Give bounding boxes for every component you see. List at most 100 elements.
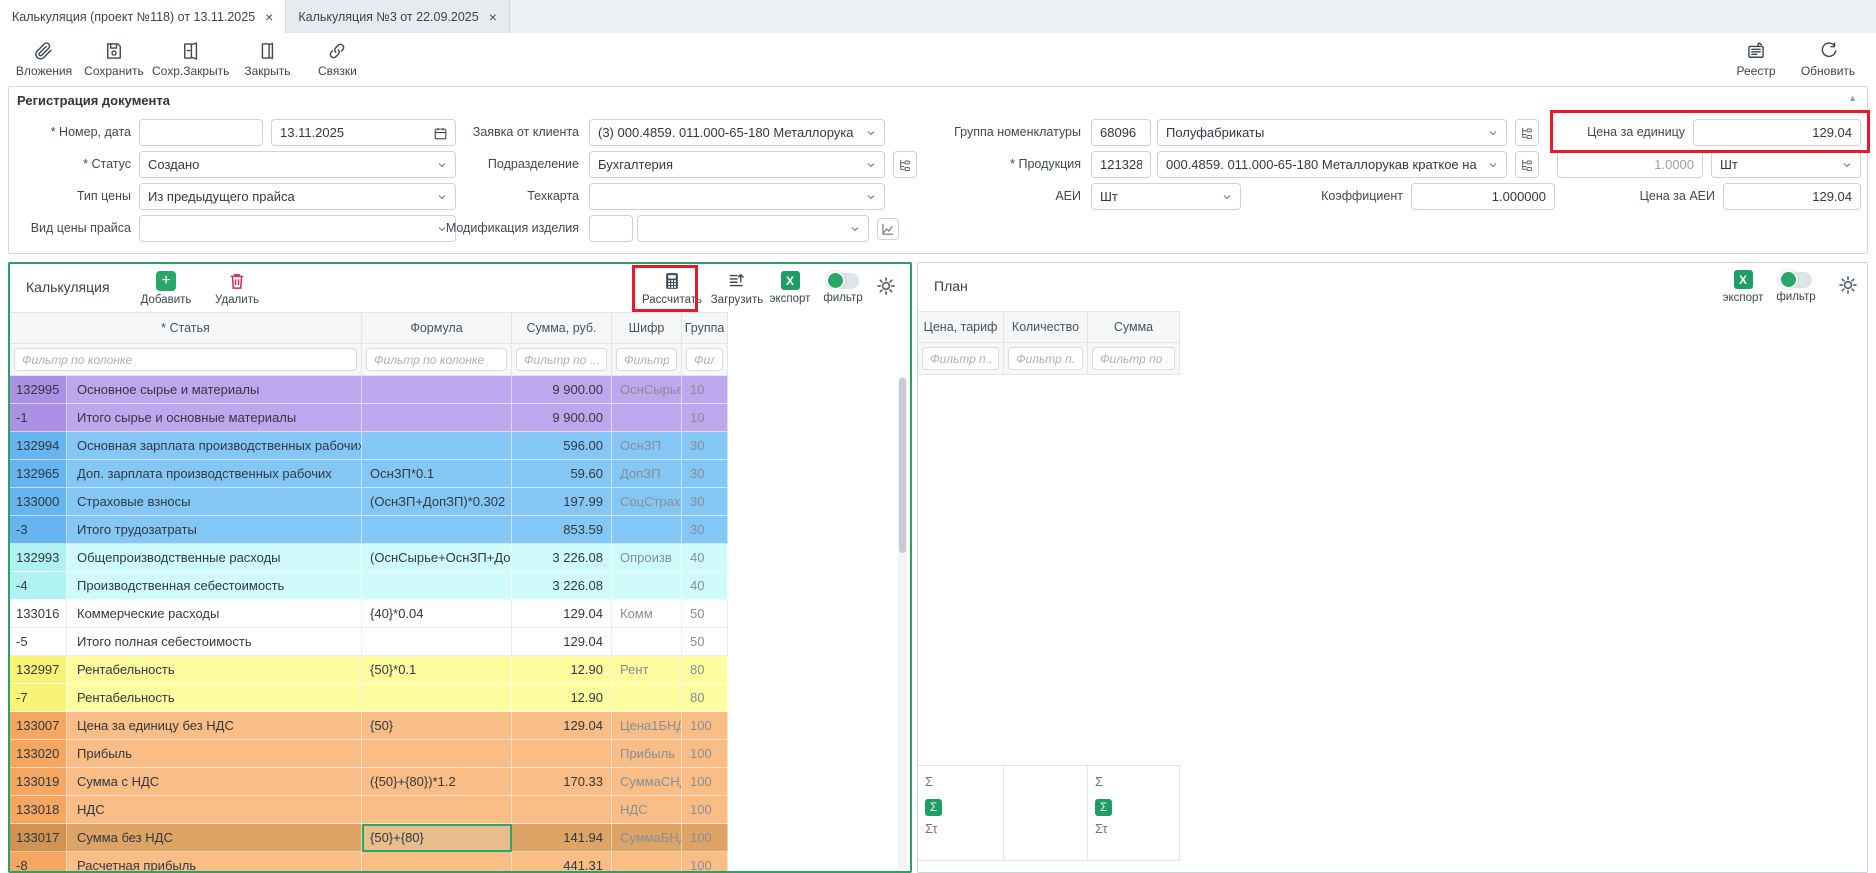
table-row[interactable]: -3Итого трудозатраты853.5930 [10,516,728,544]
excel-icon: X [1734,270,1753,289]
close-icon[interactable]: × [489,10,497,24]
production-code-input[interactable] [1091,151,1151,178]
column-header-code[interactable]: Шифр [612,312,682,344]
plan-table-header: Цена, тариф Количество Сумма [918,311,1180,343]
main-toolbar: Вложения Сохранить Сохр.Закрыть Закрыть … [0,33,1876,85]
table-row[interactable]: -7Рентабельность12.9080 [10,684,728,712]
coefficient-input[interactable] [1411,183,1555,210]
plan-filter-price-input[interactable] [922,347,999,370]
sigma-total-icon[interactable]: Στ [925,821,1003,836]
calculate-button[interactable]: Рассчитать [640,271,704,306]
column-header-group[interactable]: Группа [682,312,728,344]
delete-row-button[interactable]: Удалить [205,271,269,306]
floppy-icon [104,41,124,61]
quantity-unit-select[interactable]: Шт [1711,151,1861,178]
techcard-select[interactable] [589,183,885,210]
registration-panel: Регистрация документа ▲ * Номер, дата 13… [8,86,1868,254]
tab-calculation-project[interactable]: Калькуляция (проект №118) от 13.11.2025 … [0,0,286,33]
nomenclature-group-select[interactable]: Полуфабрикаты [1157,119,1507,146]
table-row[interactable]: 133000Страховые взносы(ОснЗП+ДопЗП)*0.30… [10,488,728,516]
sigma-sum-icon[interactable]: Σ [925,771,1003,796]
number-date-label: * Номер, дата [9,119,131,146]
save-close-button[interactable]: Сохр.Закрыть [152,35,229,83]
summary-cell-quantity [1004,766,1088,861]
collapse-icon[interactable]: ▲ [1848,93,1857,103]
filter-code-input[interactable] [616,348,677,371]
unit-price-label: Цена за единицу [1553,119,1685,146]
table-row[interactable]: -8Расчетная прибыль441.31100 [10,852,728,871]
sigma-total-icon[interactable]: Στ [1095,821,1179,836]
close-icon[interactable]: × [265,10,273,24]
plan-filter-sum-input[interactable] [1092,347,1175,370]
price-kind-label: Вид цены прайса [9,215,131,242]
modification-diagram-button[interactable] [877,218,899,240]
filter-sum-input[interactable] [516,348,607,371]
refresh-icon [1818,41,1838,61]
filter-group-input[interactable] [686,348,723,371]
number-input[interactable] [139,119,263,146]
save-button[interactable]: Сохранить [82,35,146,83]
calc-vertical-scrollbar[interactable] [898,376,907,869]
table-row[interactable]: -5Итого полная себестоимость129.0450 [10,628,728,656]
tab-calculation-3[interactable]: Калькуляция №3 от 22.09.2025 × [286,0,510,33]
table-row[interactable]: 133007Цена за единицу без НДС{50}129.04Ц… [10,712,728,740]
table-row[interactable]: 132997Рентабельность{50}*0.112.90Рент80 [10,656,728,684]
coefficient-label: Коэффициент [1263,183,1403,210]
calc-table-header: * Статья Формула Сумма, руб. Шифр Группа [10,312,728,344]
filter-formula-input[interactable] [366,348,507,371]
add-row-button[interactable]: + Добавить [134,271,198,306]
filter-article-input[interactable] [14,348,357,371]
chevron-down-icon [1487,159,1499,171]
settings-button[interactable] [854,276,910,296]
column-header-quantity[interactable]: Количество [1004,311,1088,343]
unit-price-input[interactable] [1693,119,1861,146]
modification-code-input[interactable] [589,215,633,242]
sigma-sum-icon[interactable]: Σ [1095,771,1179,796]
links-button[interactable]: Связки [305,35,369,83]
table-row[interactable]: 132993Общепроизводственные расходы(ОснСы… [10,544,728,572]
scrollbar-thumb[interactable] [899,378,906,553]
table-row[interactable]: 133018НДСНДС100 [10,796,728,824]
production-select[interactable]: 000.4859. 011.000-65-180 Металлорукав кр… [1157,151,1507,178]
table-row[interactable]: 132994Основная зарплата производственных… [10,432,728,460]
tab-bar: Калькуляция (проект №118) от 13.11.2025 … [0,0,1876,33]
table-row-selected[interactable]: 133017Сумма без НДС{50}+{80}141.94СуммаБ… [10,824,728,852]
column-header-sum[interactable]: Сумма [1088,311,1180,343]
column-header-sum[interactable]: Сумма, руб. [512,312,612,344]
close-button[interactable]: Закрыть [235,35,299,83]
column-header-price[interactable]: Цена, тариф [918,311,1004,343]
chevron-down-icon [865,191,877,203]
calculation-panel: Калькуляция + Добавить Удалить Рассчитат… [8,262,912,873]
registration-title: Регистрация документа [17,93,170,108]
table-row[interactable]: 132995Основное сырье и материалы9 900.00… [10,376,728,404]
nomenclature-group-code-input[interactable] [1091,119,1151,146]
calculator-icon [662,271,682,291]
plan-filter-quantity-input[interactable] [1008,347,1083,370]
focused-formula-cell[interactable]: {50}+{80} [362,824,512,852]
sigma-badge-icon[interactable]: Σ [1095,799,1112,816]
attachments-button[interactable]: Вложения [12,35,76,83]
aei-select[interactable]: Шт [1091,183,1241,210]
column-header-article[interactable]: * Статья [10,312,362,344]
sigma-badge-icon[interactable]: Σ [925,799,942,816]
modification-select[interactable] [637,215,869,242]
production-tree-button[interactable] [1515,151,1539,178]
plus-icon: + [156,271,176,291]
registry-button[interactable]: Реестр [1724,35,1788,83]
trash-icon [227,271,247,291]
table-row[interactable]: 133019Сумма с НДС({50}+{80})*1.2170.33Су… [10,768,728,796]
tab-label: Калькуляция №3 от 22.09.2025 [298,10,478,24]
refresh-button[interactable]: Обновить [1796,35,1860,83]
table-row[interactable]: 133020ПрибыльПрибыль100 [10,740,728,768]
quantity-input[interactable] [1557,151,1703,178]
modification-label: Модификация изделия [319,215,579,242]
table-row[interactable]: -4Производственная себестоимость3 226.08… [10,572,728,600]
table-row[interactable]: -1Итого сырье и основные материалы9 900.… [10,404,728,432]
calculation-panel-title: Калькуляция [26,279,110,295]
nomenclature-tree-button[interactable] [1515,119,1539,146]
plan-settings-button[interactable] [1816,275,1867,295]
column-header-formula[interactable]: Формула [362,312,512,344]
aei-price-input[interactable] [1723,183,1861,210]
table-row[interactable]: 133016Коммерческие расходы{40}*0.04129.0… [10,600,728,628]
table-row[interactable]: 132965Доп. зарплата производственных раб… [10,460,728,488]
